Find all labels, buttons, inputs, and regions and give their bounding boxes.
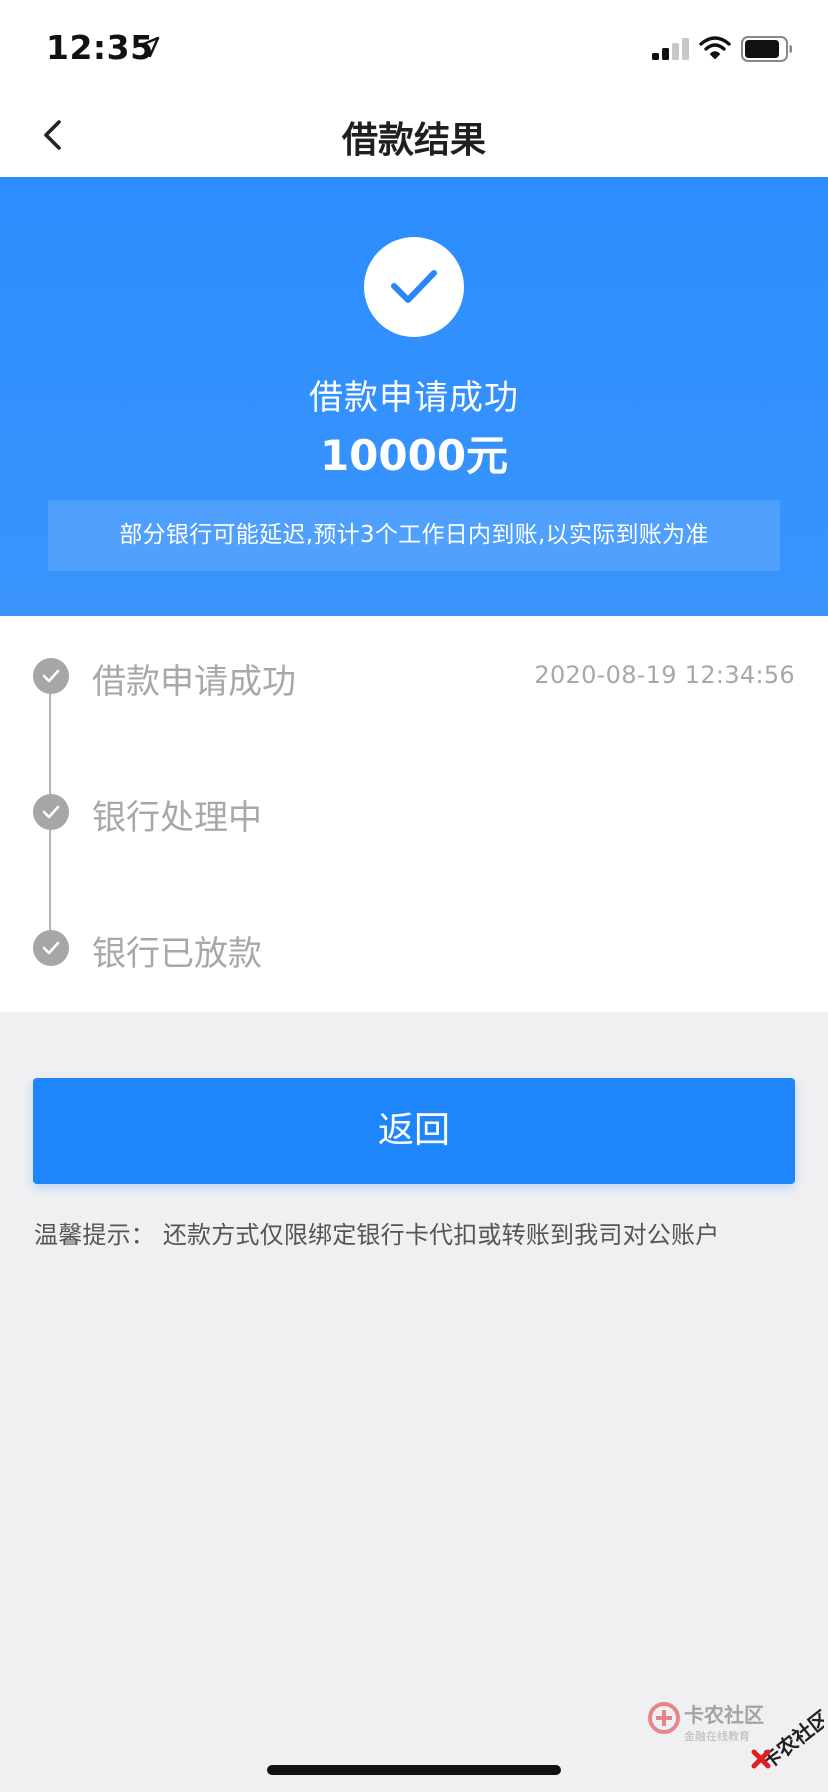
step-label: 借款申请成功 [92,662,296,702]
wifi-icon [699,36,731,59]
return-button[interactable]: 返回 [33,1078,795,1184]
loan-amount: 10000元 [319,431,509,480]
screen: 12:35 借款结果 借款申请成功 10000元 部分银行可能延迟,预计3个工作… [0,0,828,1792]
nav-bar: 借款结果 [0,95,828,177]
step-check-icon [33,658,69,694]
result-banner: 借款申请成功 10000元 部分银行可能延迟,预计3个工作日内到账,以实际到账为… [0,177,828,616]
checkmark-icon [391,270,437,303]
step-time: 2020-08-19 12:34:56 [534,661,795,689]
status-bar: 12:35 [0,0,828,95]
step-check-icon [33,794,69,830]
page-title: 借款结果 [341,120,486,161]
timeline-step: 银行处理中 [0,782,828,842]
arrival-notice: 部分银行可能延迟,预计3个工作日内到账,以实际到账为准 [48,500,780,571]
step-label: 银行已放款 [92,934,262,974]
battery-icon [741,36,792,62]
result-status-text: 借款申请成功 [309,378,519,418]
svg-text:卡农社区: 卡农社区 [684,1703,764,1727]
watermark-logo-icon: 卡农社区 金融在线教育 卡农社区 [648,1702,824,1774]
timeline-step: 银行已放款 [0,918,828,978]
location-arrow-icon [138,36,160,58]
step-label: 银行处理中 [92,798,262,838]
svg-text:金融在线教育: 金融在线教育 [684,1729,750,1743]
success-badge [364,237,464,337]
repayment-tip: 温馨提示： 还款方式仅限绑定银行卡代扣或转账到我司对公账户 [34,1221,720,1249]
progress-timeline: 借款申请成功 2020-08-19 12:34:56 银行处理中 银行已放款 [0,616,828,1012]
timeline-step: 借款申请成功 2020-08-19 12:34:56 [0,646,828,706]
home-indicator[interactable] [267,1765,561,1775]
cellular-signal-icon [652,38,689,60]
step-check-icon [33,930,69,966]
